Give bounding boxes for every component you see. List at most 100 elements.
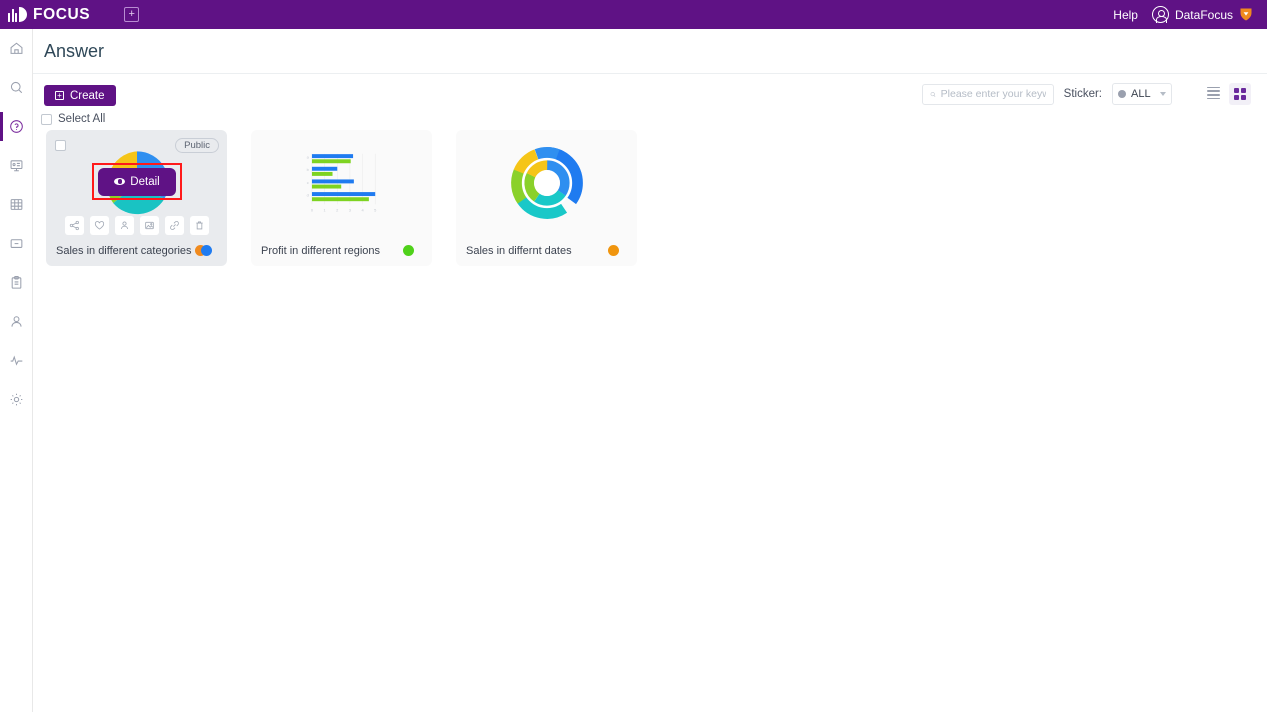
user-icon (11, 316, 22, 327)
top-bar-right: Help DataFocus (1113, 6, 1253, 23)
heart-icon (94, 221, 104, 230)
folder-minus-icon (10, 239, 23, 248)
trash-icon (195, 221, 203, 230)
card-sticker-dots (195, 245, 217, 257)
donut-chart-thumbnail (456, 142, 637, 224)
sticker-dot-icon (403, 245, 414, 256)
create-button[interactable]: + Create (44, 85, 116, 106)
chevron-down-icon (1160, 92, 1166, 96)
link-icon (169, 221, 179, 230)
select-all-control[interactable]: Select All (41, 113, 105, 125)
svg-text:d: d (306, 192, 308, 197)
svg-text:0: 0 (310, 207, 313, 212)
card-thumbnail-area: Public Detail (46, 130, 227, 235)
grid-view-icon (1233, 87, 1247, 101)
focus-logo-icon (8, 7, 27, 22)
assign-user-button[interactable] (114, 216, 134, 235)
sidebar-item-table[interactable] (0, 185, 33, 224)
card-action-row (46, 216, 227, 235)
sticker-select[interactable]: ALL (1112, 83, 1172, 105)
page-title: Answer (44, 40, 105, 61)
svg-text:4: 4 (361, 207, 364, 212)
card-thumbnail-area: 0 1 2 3 4 5 a b c d (251, 130, 432, 234)
detail-button-label: Detail (130, 175, 160, 188)
card-footer: Sales in different categories (46, 236, 227, 266)
sidebar-item-home[interactable] (0, 29, 33, 68)
search-input[interactable] (940, 88, 1046, 100)
bar-chart-thumbnail: 0 1 2 3 4 5 a b c d (251, 142, 432, 224)
sidebar-item-dashboard[interactable] (0, 146, 33, 185)
sidebar-item-answer[interactable] (0, 107, 33, 146)
eye-icon (114, 178, 126, 185)
monitor-icon (10, 160, 23, 172)
user-icon (120, 221, 128, 229)
home-icon (10, 42, 23, 54)
answer-card[interactable]: Sales in differnt dates (456, 130, 637, 266)
search-icon (930, 91, 936, 97)
svg-text:1: 1 (323, 207, 325, 212)
svg-text:b: b (306, 167, 309, 172)
donut-chart-icon (510, 147, 583, 219)
sticker-dot-icon (608, 245, 619, 256)
clipboard-icon (11, 275, 22, 289)
shield-icon (1240, 8, 1252, 21)
card-title: Sales in differnt dates (466, 245, 572, 257)
user-name: DataFocus (1174, 7, 1233, 22)
add-tab-icon[interactable]: + (124, 7, 140, 22)
app-logo[interactable]: FOCUS (8, 6, 90, 24)
svg-text:c: c (306, 180, 308, 185)
export-image-button[interactable] (139, 216, 159, 235)
answer-card-grid: Public Detail Sales in different categor… (46, 130, 637, 266)
svg-text:3: 3 (348, 207, 351, 212)
answer-card[interactable]: Public Detail Sales in different categor… (46, 130, 227, 266)
card-footer: Sales in differnt dates (456, 236, 637, 266)
grid-view-button[interactable] (1229, 83, 1251, 105)
bar-chart-icon: 0 1 2 3 4 5 a b c d (306, 153, 377, 212)
top-bar: FOCUS + Help DataFocus (0, 0, 1267, 29)
card-title: Profit in different regions (261, 245, 381, 257)
search-icon (10, 81, 23, 94)
plus-square-icon: + (55, 91, 64, 100)
card-sticker-dots (400, 245, 422, 257)
sticker-dot-icon (1118, 90, 1126, 98)
answer-card[interactable]: 0 1 2 3 4 5 a b c d Profit in different region… (251, 130, 432, 266)
delete-button[interactable] (189, 216, 209, 235)
create-button-label: Create (70, 89, 105, 102)
toolbar: + Create Select All Sticker: ALL (33, 74, 1267, 129)
grid-table-icon (10, 199, 23, 210)
card-sticker-dots (605, 245, 627, 257)
sticker-value: ALL (1131, 88, 1151, 100)
sidebar-item-folder[interactable] (0, 224, 33, 263)
card-title: Sales in different categories (56, 245, 192, 257)
logo-text: FOCUS (33, 5, 91, 23)
share-button[interactable] (64, 216, 84, 235)
sidebar-item-monitoring[interactable] (0, 341, 33, 380)
gear-icon (10, 393, 23, 406)
sticker-label: Sticker: (1063, 88, 1102, 100)
view-toggle-group (1202, 83, 1251, 105)
list-view-button[interactable] (1202, 83, 1224, 105)
toolbar-right: Sticker: ALL (921, 83, 1251, 105)
user-menu[interactable]: DataFocus (1151, 6, 1253, 23)
favorite-button[interactable] (89, 216, 109, 235)
question-circle-icon (10, 120, 23, 133)
select-all-checkbox[interactable] (41, 113, 52, 125)
search-box[interactable] (921, 83, 1054, 105)
image-export-icon (144, 221, 154, 230)
svg-text:a: a (306, 154, 309, 159)
share-icon (69, 220, 79, 231)
sidebar-item-users[interactable] (0, 302, 33, 341)
page-header: Answer (33, 29, 1267, 74)
sidebar-item-search[interactable] (0, 68, 33, 107)
avatar-icon (1151, 6, 1169, 23)
svg-text:2: 2 (336, 207, 338, 212)
left-sidebar (0, 29, 33, 712)
help-link[interactable]: Help (1113, 8, 1138, 22)
card-thumbnail-area (456, 130, 637, 234)
svg-text:5: 5 (374, 207, 377, 212)
sidebar-item-tasks[interactable] (0, 263, 33, 302)
detail-button[interactable]: Detail (98, 167, 176, 196)
list-view-icon (1206, 86, 1220, 101)
sidebar-item-settings[interactable] (0, 380, 33, 419)
copy-link-button[interactable] (164, 216, 184, 235)
